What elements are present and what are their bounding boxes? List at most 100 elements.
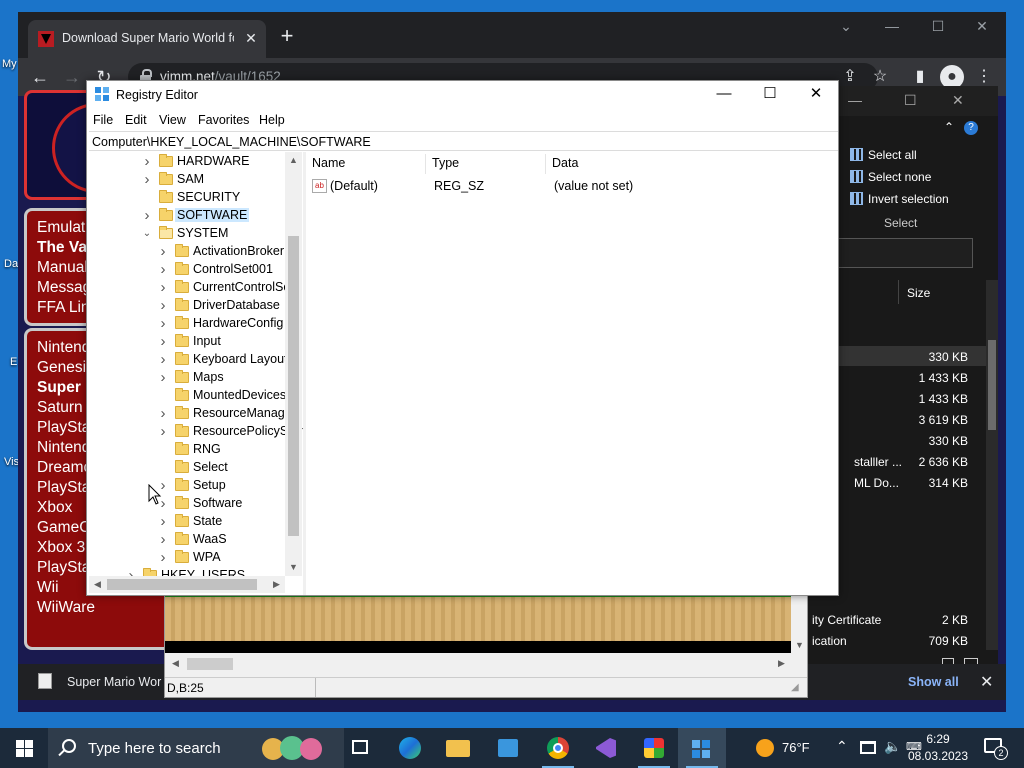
invert-selection-button[interactable]: Invert selection: [850, 192, 949, 206]
expand-arrow-right-icon[interactable]: ›: [157, 369, 169, 387]
expand-arrow-right-icon[interactable]: ›: [141, 153, 153, 171]
tree-node[interactable]: › ActivationBroker: [89, 243, 285, 261]
scroll-thumb[interactable]: [107, 579, 257, 590]
scroll-thumb[interactable]: [988, 340, 996, 430]
expand-arrow-right-icon[interactable]: ›: [157, 279, 169, 297]
column-data[interactable]: Data: [546, 154, 836, 174]
desktop-icon-label[interactable]: Vis: [4, 456, 19, 468]
task-view-icon[interactable]: [336, 728, 384, 768]
menu-view[interactable]: View: [159, 113, 186, 127]
tree-node[interactable]: RNG: [89, 441, 283, 459]
console-link[interactable]: Saturn: [37, 399, 83, 417]
scroll-thumb[interactable]: [288, 236, 299, 536]
expand-arrow-right-icon[interactable]: ›: [157, 405, 169, 423]
select-all-button[interactable]: Select all: [850, 148, 917, 162]
maximize-button[interactable]: ☐: [904, 92, 917, 109]
expand-arrow-right-icon[interactable]: ›: [157, 423, 169, 441]
expand-arrow-right-icon[interactable]: ›: [157, 531, 169, 549]
resize-grip-icon[interactable]: ◢: [791, 682, 799, 693]
download-filename[interactable]: Super Mario Wor: [67, 675, 161, 689]
file-name[interactable]: stalller ...: [854, 455, 902, 469]
show-all-link[interactable]: Show all: [908, 675, 959, 689]
tree-node[interactable]: › HardwareConfig: [89, 315, 284, 333]
start-button[interactable]: [0, 728, 48, 768]
tree-node[interactable]: › ResourceManager: [89, 405, 296, 423]
desktop-icon-label[interactable]: Da: [4, 258, 18, 270]
help-icon[interactable]: ?: [964, 121, 978, 135]
expand-arrow-right-icon[interactable]: ›: [141, 207, 153, 225]
taskbar-search[interactable]: Type here to search: [48, 728, 344, 768]
tree-node[interactable]: ⌄ SYSTEM: [89, 225, 283, 243]
expand-arrow-right-icon[interactable]: ›: [141, 171, 153, 189]
expand-arrow-down-icon[interactable]: ⌄: [141, 225, 153, 243]
tree-node[interactable]: › Setup: [89, 477, 283, 495]
expand-arrow-right-icon[interactable]: ›: [157, 315, 169, 333]
desktop-icon-label[interactable]: My: [2, 58, 17, 70]
tree-hscroll[interactable]: ◀ ▶: [89, 576, 285, 593]
minimize-button[interactable]: —: [872, 12, 912, 40]
network-icon[interactable]: [860, 741, 876, 754]
collapse-ribbon-icon[interactable]: ⌃: [944, 120, 954, 134]
expand-arrow-right-icon[interactable]: ›: [157, 261, 169, 279]
tree-node[interactable]: › HARDWARE: [89, 153, 283, 171]
select-none-button[interactable]: Select none: [850, 170, 931, 184]
tree-node[interactable]: MountedDevices: [89, 387, 286, 405]
tree-node[interactable]: › DriverDatabase: [89, 297, 283, 315]
menu-help[interactable]: Help: [259, 113, 285, 127]
back-button[interactable]: ←: [26, 63, 54, 91]
edge-icon[interactable]: [386, 728, 434, 768]
maximize-button[interactable]: ☐: [918, 12, 958, 40]
expand-arrow-right-icon[interactable]: ›: [157, 513, 169, 531]
tree-node[interactable]: › Keyboard Layout: [89, 351, 288, 369]
tree-node[interactable]: › Input: [89, 333, 283, 351]
expand-arrow-right-icon[interactable]: ›: [157, 297, 169, 315]
close-icon[interactable]: ✕: [980, 672, 993, 692]
tree-node[interactable]: › ControlSet001: [89, 261, 283, 279]
expand-arrow-right-icon[interactable]: ›: [157, 549, 169, 567]
scroll-thumb[interactable]: [187, 658, 233, 670]
explorer-scrollbar[interactable]: [986, 280, 998, 650]
tree-node[interactable]: › SAM: [89, 171, 283, 189]
tree-node[interactable]: › ResourcePolicyStore: [89, 423, 304, 441]
address-path[interactable]: Computer\HKEY_LOCAL_MACHINE\SOFTWARE: [92, 135, 371, 149]
emulator-hscroll[interactable]: ◀ ▶: [165, 655, 791, 673]
snes-emulator-icon[interactable]: [630, 728, 678, 768]
expand-arrow-right-icon[interactable]: ›: [157, 243, 169, 261]
menu-link[interactable]: Manual: [37, 259, 88, 277]
tree-node[interactable]: › SOFTWARE: [89, 207, 283, 225]
menu-file[interactable]: File: [93, 113, 113, 127]
tree-node[interactable]: › Software: [89, 495, 283, 513]
close-button[interactable]: ✕: [952, 92, 964, 109]
visual-studio-icon[interactable]: [582, 728, 630, 768]
tree-node[interactable]: › WaaS: [89, 531, 283, 549]
tab-close-icon[interactable]: ✕: [242, 29, 260, 47]
menu-favorites[interactable]: Favorites: [198, 113, 249, 127]
regedit-taskbar-icon[interactable]: [678, 728, 726, 768]
close-button[interactable]: ✕: [793, 81, 839, 109]
tree-node[interactable]: › CurrentControlSet: [89, 279, 294, 297]
tree-vscroll[interactable]: ▲ ▼: [285, 152, 302, 576]
chevron-down-icon[interactable]: ⌄: [826, 12, 866, 40]
forward-button[interactable]: →: [58, 63, 86, 91]
tree-node[interactable]: › WPA: [89, 549, 283, 567]
expand-arrow-right-icon[interactable]: ›: [157, 333, 169, 351]
console-link[interactable]: Wii: [37, 579, 59, 597]
tree-node[interactable]: SECURITY: [89, 189, 283, 207]
weather-icon[interactable]: [756, 739, 774, 757]
tree-node[interactable]: › State: [89, 513, 283, 531]
tree-node[interactable]: › Maps: [89, 369, 283, 387]
console-link[interactable]: WiiWare: [37, 599, 95, 617]
size-column-header[interactable]: Size: [898, 280, 978, 304]
file-explorer-icon[interactable]: [434, 728, 482, 768]
address-bar[interactable]: Computer\HKEY_LOCAL_MACHINE\SOFTWARE: [89, 131, 838, 151]
console-link[interactable]: Xbox: [37, 499, 72, 517]
column-type[interactable]: Type: [426, 154, 546, 174]
value-row[interactable]: ab (Default) REG_SZ (value not set): [306, 178, 836, 196]
clock-date[interactable]: 08.03.2023: [904, 749, 972, 763]
tree-node[interactable]: Select: [89, 459, 283, 477]
expand-arrow-right-icon[interactable]: ›: [157, 351, 169, 369]
tray-chevron-icon[interactable]: ⌃: [836, 738, 848, 755]
file-name[interactable]: ity Certificate: [812, 613, 881, 627]
desktop-icon-label[interactable]: E: [10, 356, 17, 368]
clock-time[interactable]: 6:29: [910, 732, 966, 746]
